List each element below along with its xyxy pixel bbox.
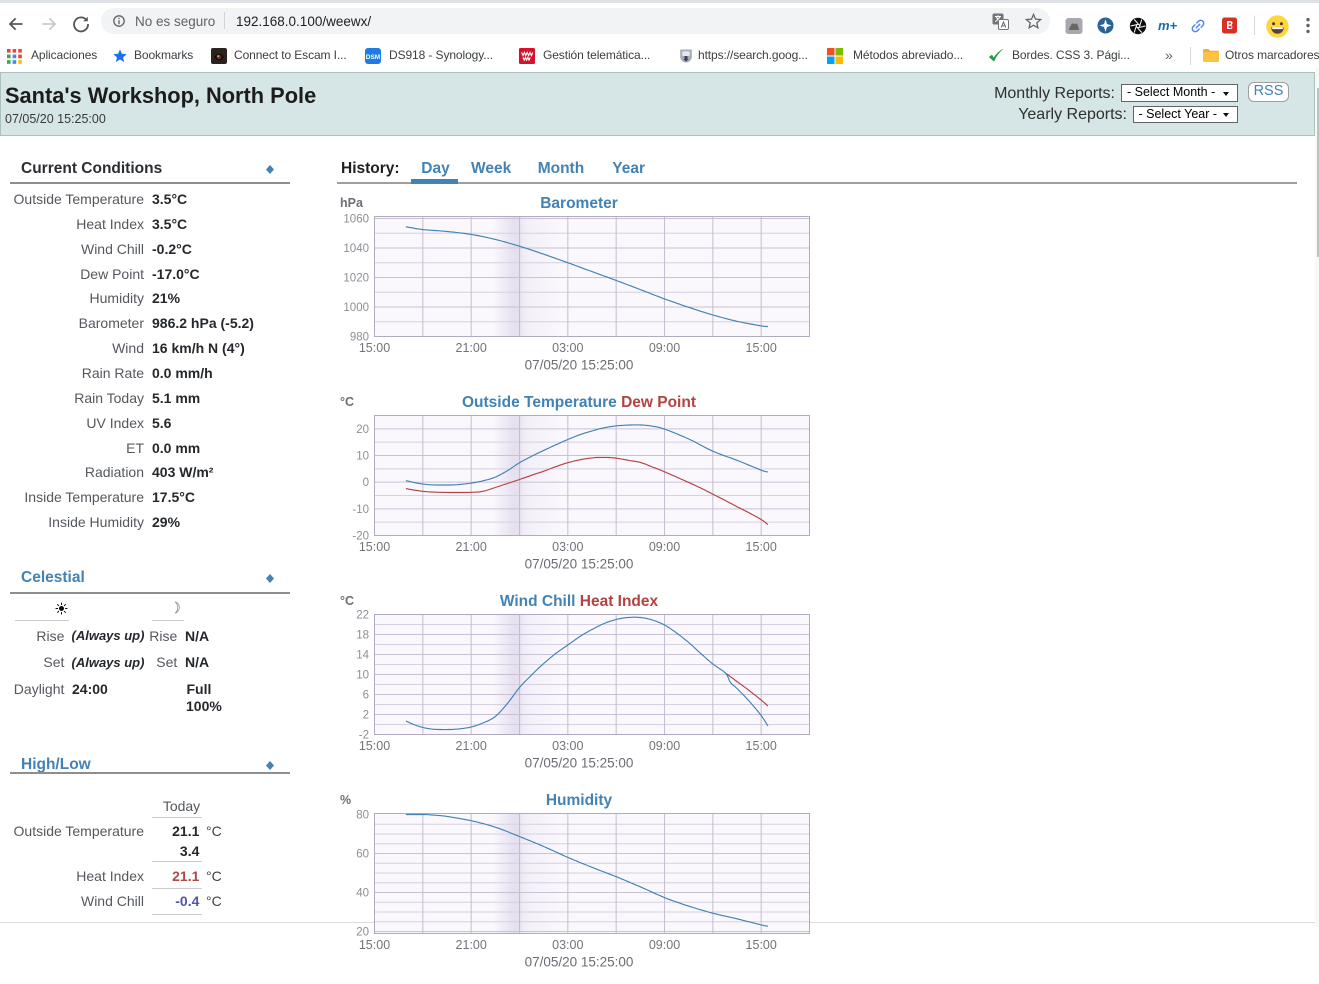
svg-text:03:00: 03:00	[552, 938, 583, 952]
svg-text:Barometer: Barometer	[540, 195, 618, 212]
svg-text:-10: -10	[352, 504, 369, 516]
svg-text:03:00: 03:00	[552, 341, 583, 355]
svg-text:07/05/20 15:25:00: 07/05/20 15:25:00	[525, 955, 634, 970]
svg-text:07/05/20 15:25:00: 07/05/20 15:25:00	[525, 557, 634, 572]
svg-text:%: %	[340, 793, 351, 807]
svg-text:15:00: 15:00	[746, 739, 777, 753]
svg-text:60: 60	[356, 849, 369, 861]
svg-text:Wind Chill Heat Index: Wind Chill Heat Index	[500, 593, 659, 610]
svg-text:14: 14	[356, 650, 369, 662]
svg-text:15:00: 15:00	[359, 938, 390, 952]
svg-text:40: 40	[356, 888, 369, 900]
svg-text:m+: m+	[1158, 19, 1178, 33]
svg-text:03:00: 03:00	[552, 739, 583, 753]
svg-text:1040: 1040	[343, 243, 369, 255]
svg-text:03:00: 03:00	[552, 540, 583, 554]
svg-text:15:00: 15:00	[746, 341, 777, 355]
svg-text:DSM: DSM	[366, 54, 380, 61]
svg-text:22: 22	[356, 610, 369, 622]
svg-text:Outside Temperature Dew Point: Outside Temperature Dew Point	[462, 394, 696, 411]
svg-text:1060: 1060	[343, 214, 369, 226]
svg-text:21:00: 21:00	[456, 540, 487, 554]
svg-text:15:00: 15:00	[746, 938, 777, 952]
svg-text:07/05/20 15:25:00: 07/05/20 15:25:00	[525, 756, 634, 771]
svg-text:15:00: 15:00	[359, 739, 390, 753]
svg-text:09:00: 09:00	[649, 540, 680, 554]
svg-text:Humidity: Humidity	[546, 792, 613, 809]
svg-text:°C: °C	[340, 395, 354, 409]
svg-text:21:00: 21:00	[456, 341, 487, 355]
svg-text:20: 20	[356, 927, 369, 939]
svg-text:09:00: 09:00	[649, 739, 680, 753]
svg-text:20: 20	[356, 424, 369, 436]
svg-text:21:00: 21:00	[456, 938, 487, 952]
svg-text:15:00: 15:00	[359, 540, 390, 554]
svg-text:1020: 1020	[343, 273, 369, 285]
svg-text:2: 2	[363, 710, 369, 722]
svg-text:1000: 1000	[343, 302, 369, 314]
svg-text:09:00: 09:00	[649, 938, 680, 952]
svg-text:hPa: hPa	[340, 196, 364, 210]
svg-text:21:00: 21:00	[456, 739, 487, 753]
svg-text:6: 6	[363, 690, 369, 702]
svg-text:0: 0	[363, 477, 369, 489]
svg-text:15:00: 15:00	[359, 341, 390, 355]
svg-text:18: 18	[356, 630, 369, 642]
svg-text:10: 10	[356, 451, 369, 463]
svg-text:°C: °C	[340, 594, 354, 608]
svg-text:07/05/20 15:25:00: 07/05/20 15:25:00	[525, 358, 634, 373]
svg-text:10: 10	[356, 670, 369, 682]
svg-text:80: 80	[356, 810, 369, 822]
svg-text:15:00: 15:00	[746, 540, 777, 554]
svg-text:09:00: 09:00	[649, 341, 680, 355]
